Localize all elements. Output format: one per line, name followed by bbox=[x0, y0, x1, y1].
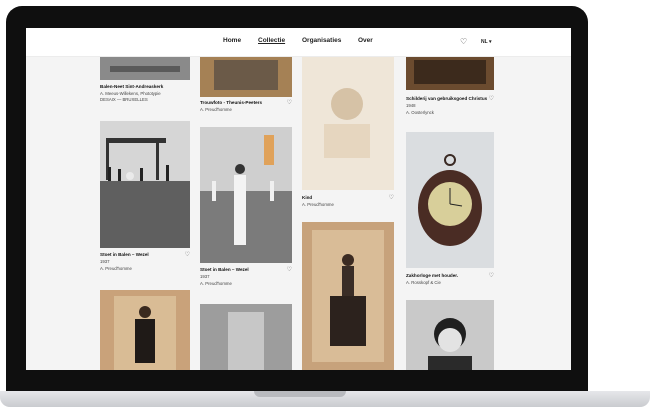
card-title[interactable]: Zakhorloge met houder. bbox=[406, 273, 458, 278]
photo-church[interactable] bbox=[100, 56, 190, 80]
card-meta: A. Meeus-Willekens, Phototypie bbox=[100, 91, 161, 96]
photo-portrait-man[interactable] bbox=[100, 290, 190, 370]
favorite-heart-icon[interactable]: ♡ bbox=[287, 99, 292, 106]
nav-home[interactable]: Home bbox=[223, 37, 241, 44]
browser-screen: Home Collectie Organisaties Over ♡ NL ▾ … bbox=[26, 28, 571, 370]
favorite-heart-icon[interactable]: ♡ bbox=[489, 272, 494, 279]
card-meta: 1948 bbox=[406, 103, 416, 108]
photo-portrait-woman[interactable] bbox=[406, 300, 494, 370]
card-title[interactable]: Stoet in Balen – Wezel bbox=[100, 252, 149, 257]
favorite-heart-icon[interactable]: ♡ bbox=[389, 194, 394, 201]
language-select[interactable]: NL ▾ bbox=[481, 39, 491, 45]
card-title[interactable]: Schilderij van gebruiksgoed Christus bbox=[406, 96, 487, 101]
card-title[interactable]: Stoet in Balen – Wezel bbox=[200, 267, 249, 272]
photo-painting[interactable] bbox=[406, 56, 494, 90]
card-meta: A. Rosskopf & Cie bbox=[406, 280, 441, 285]
photo-woman-dress[interactable] bbox=[302, 222, 394, 370]
laptop-notch bbox=[254, 391, 346, 397]
favorite-heart-icon[interactable]: ♡ bbox=[185, 251, 190, 258]
card-meta: A. Preud'homme bbox=[200, 281, 232, 286]
card-meta: A. Preud'homme bbox=[200, 107, 232, 112]
card-meta: DESAIX — BRUXELLES bbox=[100, 97, 148, 102]
card-meta: 1937 bbox=[100, 259, 110, 264]
favorite-heart-icon[interactable]: ♡ bbox=[287, 266, 292, 273]
photo-wedding[interactable] bbox=[200, 56, 292, 97]
nav-organisaties[interactable]: Organisaties bbox=[302, 37, 341, 44]
photo-procession-2[interactable] bbox=[200, 127, 292, 263]
top-navigation: Home Collectie Organisaties Over ♡ NL ▾ bbox=[26, 28, 571, 57]
photo-child[interactable] bbox=[302, 56, 394, 190]
nav-over[interactable]: Over bbox=[358, 37, 373, 44]
nav-collectie[interactable]: Collectie bbox=[258, 37, 285, 44]
card-meta: A. Oosterlynck bbox=[406, 110, 434, 115]
photo-bell[interactable] bbox=[200, 304, 292, 370]
card-title[interactable]: Kind bbox=[302, 195, 312, 200]
heart-icon[interactable]: ♡ bbox=[460, 37, 467, 46]
card-title[interactable]: Trouwfoto - Theunis-Peeters bbox=[200, 100, 262, 105]
card-meta: 1937 bbox=[200, 274, 210, 279]
photo-pocket-watch[interactable] bbox=[406, 132, 494, 268]
favorite-heart-icon[interactable]: ♡ bbox=[489, 95, 494, 102]
card-meta: A. Preud'homme bbox=[100, 266, 132, 271]
card-title[interactable]: Balen-Neet Sint-Andreaskerk bbox=[100, 84, 163, 89]
photo-procession-1[interactable] bbox=[100, 121, 190, 248]
card-meta: A. Preud'homme bbox=[302, 202, 334, 207]
